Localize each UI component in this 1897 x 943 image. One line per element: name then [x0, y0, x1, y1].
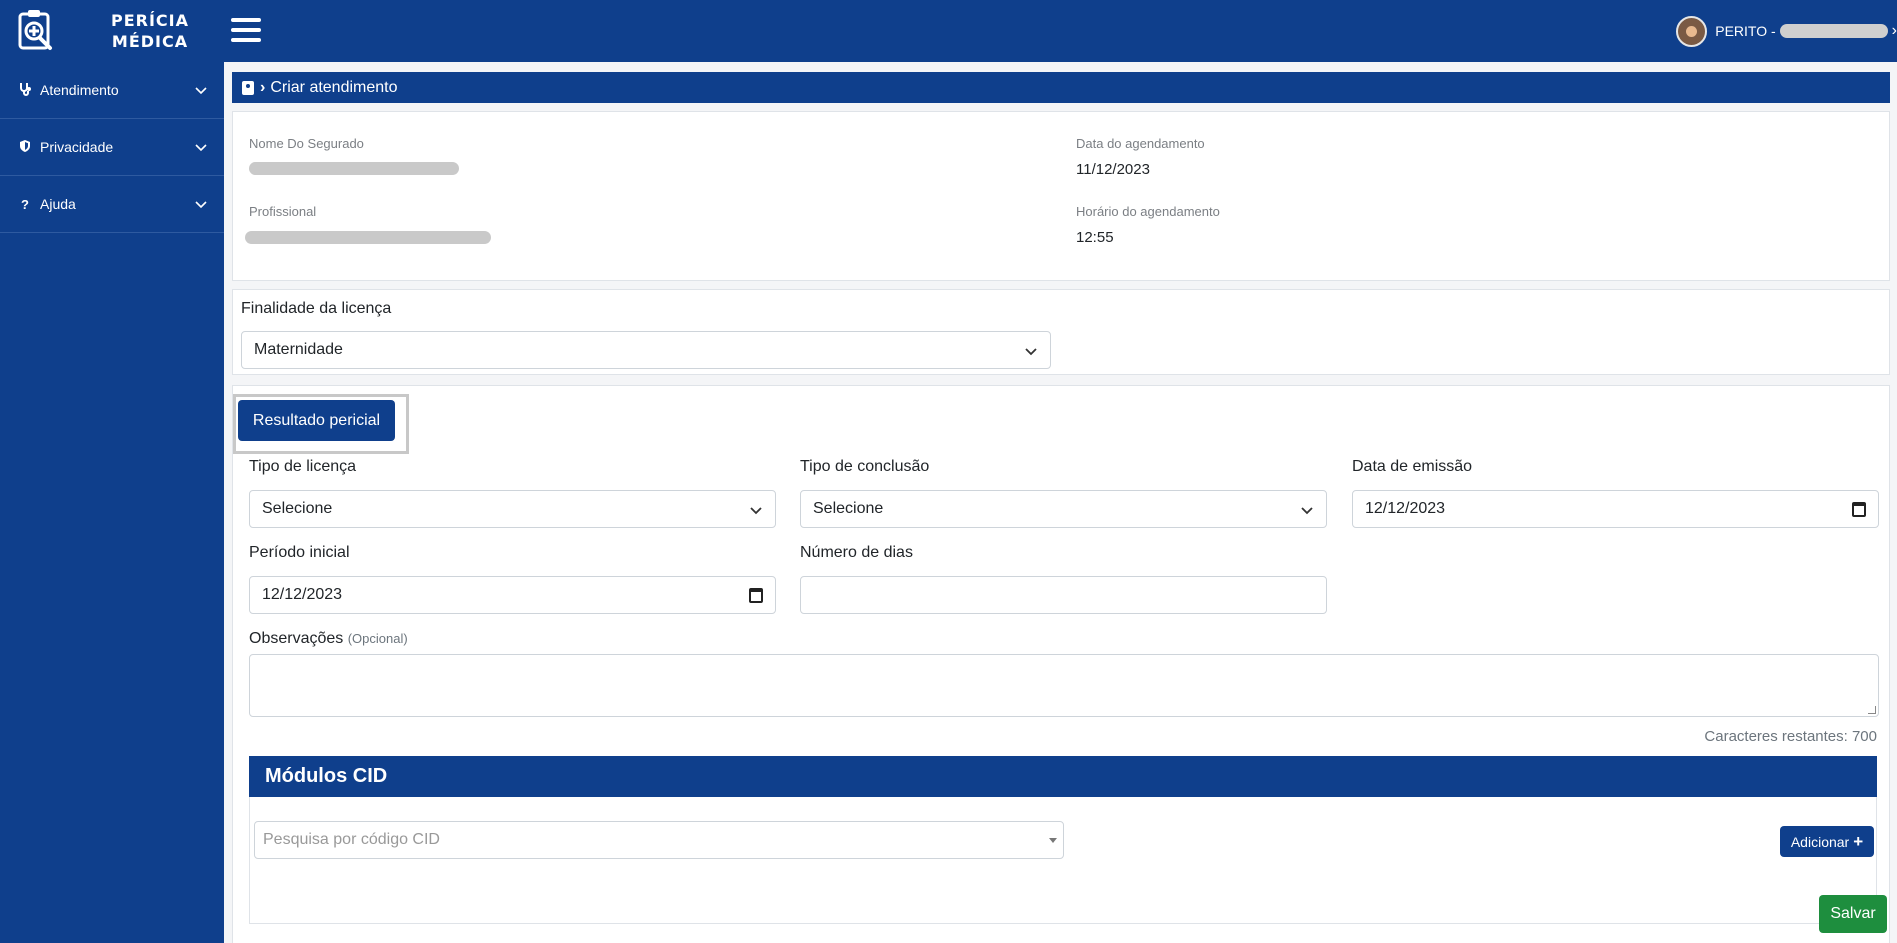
data-emissao-label: Data de emissão: [1352, 458, 1473, 475]
data-emissao-input[interactable]: 12/12/2023: [1352, 490, 1879, 528]
cid-search-placeholder: Pesquisa por código CID: [263, 831, 440, 848]
redacted-profissional: [245, 231, 491, 244]
resultado-card: Resultado pericial Tipo de licença Selec…: [232, 385, 1890, 943]
tipo-licenca-selected-value: Selecione: [262, 500, 333, 517]
chevron-down-icon: [750, 507, 762, 515]
chevron-right-icon: ›: [1891, 22, 1897, 39]
appointment-info-card: Nome Do Segurado Profissional Data do ag…: [232, 111, 1890, 281]
profissional-label: Profissional: [249, 204, 317, 219]
numero-dias-label: Número de dias: [800, 544, 913, 561]
calendar-icon[interactable]: [749, 588, 763, 603]
resize-handle-icon[interactable]: [1868, 706, 1876, 714]
save-button[interactable]: Salvar: [1819, 895, 1887, 933]
chevron-down-icon: [1025, 348, 1037, 356]
chevron-right-icon: ›: [260, 78, 266, 96]
id-card-icon: [242, 80, 254, 95]
finalidade-select[interactable]: Maternidade: [241, 331, 1051, 369]
observacoes-optional-hint: (Opcional): [347, 631, 408, 646]
data-agendamento-value: 11/12/2023: [1076, 161, 1150, 178]
tipo-conclusao-selected-value: Selecione: [813, 500, 884, 517]
resultado-pericial-button[interactable]: Resultado pericial: [238, 400, 395, 441]
plus-icon: +: [1853, 831, 1864, 851]
page-title: Criar atendimento: [270, 78, 398, 96]
brand-line-2: MÉDICA: [111, 32, 189, 51]
question-icon: ?: [21, 196, 29, 212]
data-agendamento-label: Data do agendamento: [1076, 136, 1205, 151]
avatar: [1676, 15, 1708, 47]
sidebar-item-atendimento[interactable]: Atendimento: [0, 62, 224, 119]
chevron-down-icon: [1301, 507, 1313, 515]
numero-dias-input[interactable]: [800, 576, 1327, 614]
chevron-down-icon: [195, 144, 207, 152]
brand-name: PERÍCIA MÉDICA: [90, 10, 210, 52]
breadcrumb: › Criar atendimento: [232, 72, 1890, 103]
observacoes-label: Observações (Opcional): [249, 630, 408, 648]
caret-down-icon: [1049, 838, 1057, 843]
finalidade-selected-value: Maternidade: [254, 341, 343, 358]
medical-clipboard-logo-icon: [18, 10, 52, 50]
tipo-conclusao-select[interactable]: Selecione: [800, 490, 1327, 528]
user-role-label: PERITO -: [1715, 23, 1776, 39]
characters-remaining: Caracteres restantes: 700: [1704, 728, 1877, 745]
periodo-inicial-input[interactable]: 12/12/2023: [249, 576, 776, 614]
cid-section-body: Pesquisa por código CID Adicionar +: [249, 797, 1877, 924]
chevron-down-icon: [195, 201, 207, 209]
sidebar-item-label: Atendimento: [40, 82, 119, 98]
chevron-down-icon: [195, 87, 207, 95]
menu-toggle-icon[interactable]: [231, 18, 261, 44]
cid-section-title: Módulos CID: [249, 756, 1877, 797]
finalidade-label: Finalidade da licença: [241, 300, 392, 317]
nome-segurado-label: Nome Do Segurado: [249, 136, 364, 151]
tipo-licenca-label: Tipo de licença: [249, 458, 357, 475]
sidebar-item-label: Privacidade: [40, 139, 114, 155]
main-content: › Criar atendimento Nome Do Segurado Pro…: [224, 62, 1897, 943]
calendar-icon[interactable]: [1852, 502, 1866, 517]
add-cid-button[interactable]: Adicionar +: [1780, 826, 1874, 857]
redacted-user-name: [1779, 24, 1888, 38]
tipo-licenca-select[interactable]: Selecione: [249, 490, 776, 528]
stethoscope-icon: [16, 82, 34, 99]
sidebar-item-label: Ajuda: [40, 196, 76, 212]
sidebar: Atendimento Privacidade ? Ajuda: [0, 62, 224, 943]
user-menu[interactable]: PERITO - ›: [1676, 14, 1897, 48]
data-emissao-value: 12/12/2023: [1365, 500, 1446, 517]
redacted-nome-segurado: [249, 162, 459, 175]
observacoes-label-text: Observações: [249, 630, 344, 647]
periodo-inicial-value: 12/12/2023: [262, 586, 343, 603]
tipo-conclusao-label: Tipo de conclusão: [800, 458, 930, 475]
add-cid-label: Adicionar: [1790, 833, 1850, 850]
sidebar-item-ajuda[interactable]: ? Ajuda: [0, 176, 224, 233]
horario-agendamento-label: Horário do agendamento: [1076, 204, 1220, 219]
finalidade-card: Finalidade da licença Maternidade: [232, 289, 1890, 375]
cid-search-input[interactable]: Pesquisa por código CID: [254, 821, 1064, 859]
top-bar: PERÍCIA MÉDICA PERITO - ›: [0, 0, 1897, 62]
sidebar-item-privacidade[interactable]: Privacidade: [0, 119, 224, 176]
shield-icon: [16, 139, 34, 156]
observacoes-textarea[interactable]: [249, 654, 1879, 717]
brand-line-1: PERÍCIA: [110, 11, 189, 30]
horario-agendamento-value: 12:55: [1076, 229, 1114, 246]
periodo-inicial-label: Período inicial: [249, 544, 350, 561]
